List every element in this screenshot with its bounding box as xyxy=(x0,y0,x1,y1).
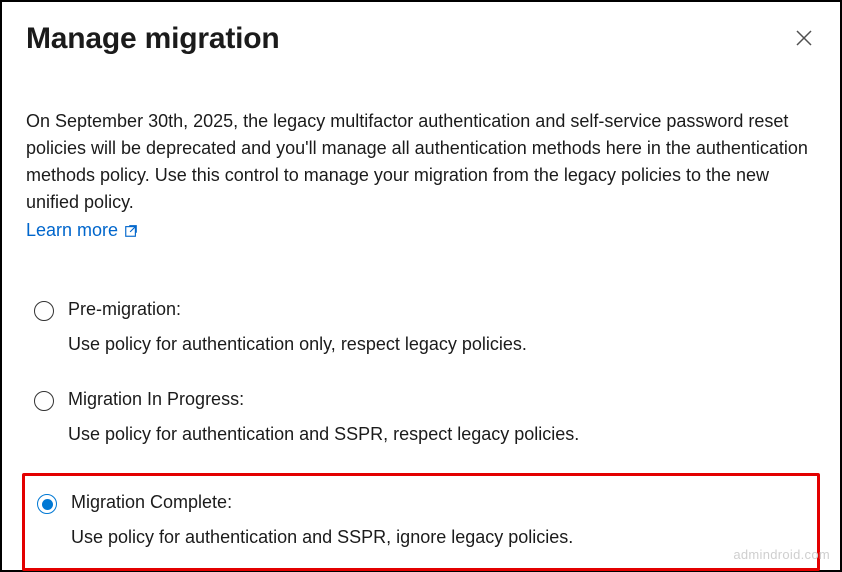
panel-header: Manage migration xyxy=(26,22,816,56)
option-content: Pre-migration: Use policy for authentica… xyxy=(68,299,808,355)
option-pre-migration[interactable]: Pre-migration: Use policy for authentica… xyxy=(26,293,816,361)
option-title: Migration In Progress: xyxy=(68,389,808,410)
options-group: Pre-migration: Use policy for authentica… xyxy=(26,293,816,571)
option-content: Migration In Progress: Use policy for au… xyxy=(68,389,808,445)
close-button[interactable] xyxy=(792,26,816,50)
option-description: Use policy for authentication only, resp… xyxy=(68,334,808,355)
page-title: Manage migration xyxy=(26,22,280,56)
learn-more-link[interactable]: Learn more xyxy=(26,220,138,241)
option-description: Use policy for authentication and SSPR, … xyxy=(68,424,808,445)
option-description: Use policy for authentication and SSPR, … xyxy=(71,527,805,548)
option-title: Migration Complete: xyxy=(71,492,805,513)
option-migration-complete[interactable]: Migration Complete: Use policy for authe… xyxy=(22,473,820,571)
learn-more-label: Learn more xyxy=(26,220,118,241)
radio-migration-complete[interactable] xyxy=(37,494,57,514)
close-icon xyxy=(796,30,812,46)
option-migration-in-progress[interactable]: Migration In Progress: Use policy for au… xyxy=(26,383,816,451)
option-content: Migration Complete: Use policy for authe… xyxy=(71,492,805,548)
external-link-icon xyxy=(124,224,138,238)
migration-panel: Manage migration On September 30th, 2025… xyxy=(0,0,842,572)
description-text: On September 30th, 2025, the legacy mult… xyxy=(26,108,816,216)
option-title: Pre-migration: xyxy=(68,299,808,320)
watermark: admindroid.com xyxy=(733,547,830,562)
radio-migration-in-progress[interactable] xyxy=(34,391,54,411)
radio-pre-migration[interactable] xyxy=(34,301,54,321)
